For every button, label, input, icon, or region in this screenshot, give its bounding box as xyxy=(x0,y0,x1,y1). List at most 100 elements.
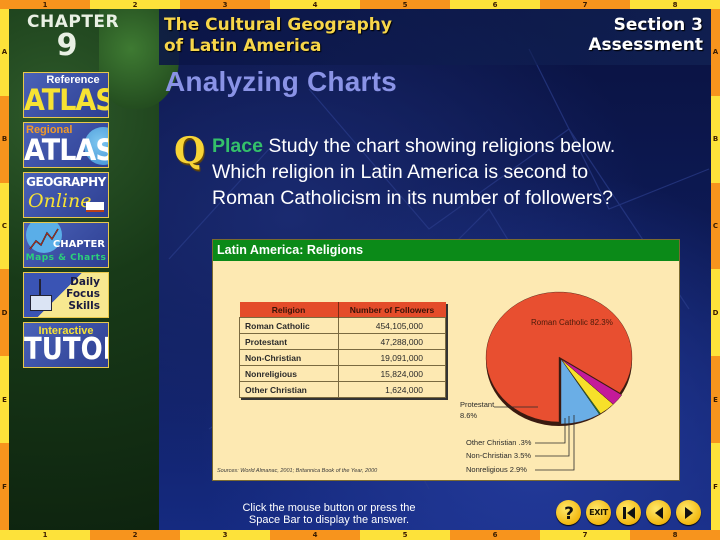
interactive-tutor-button[interactable]: Interactive TUTOR xyxy=(23,322,109,368)
table-header-religion: Religion xyxy=(239,302,339,318)
help-button[interactable]: ? xyxy=(556,500,581,525)
section-label: Section 3 Assessment xyxy=(588,15,703,55)
ruler-col: 8 xyxy=(630,530,720,540)
ruler-row: E xyxy=(711,356,720,444)
open-book-icon xyxy=(86,202,104,212)
instructions-line1: Click the mouse button or press the xyxy=(242,502,416,514)
section-label-line2: Assessment xyxy=(588,35,703,55)
ruler-col: 4 xyxy=(270,0,360,9)
pie-label-protestant: Protestant xyxy=(460,400,495,409)
arrow-left-icon xyxy=(654,506,663,519)
chart-title: Latin America: Religions xyxy=(213,240,679,261)
ruler-row: B xyxy=(0,95,9,183)
question-text: Place Study the chart showing religions … xyxy=(212,133,652,211)
page-title: Analyzing Charts xyxy=(165,66,397,97)
arrow-right-icon xyxy=(684,506,693,519)
section-label-line1: Section 3 xyxy=(613,15,703,35)
chapter-title: The Cultural Geography of Latin America xyxy=(164,15,392,57)
table-cell-followers: 15,824,000 xyxy=(337,365,446,382)
exit-button[interactable]: EXIT xyxy=(586,500,611,525)
ruler-col: 5 xyxy=(360,530,450,540)
first-slide-button[interactable] xyxy=(616,500,641,525)
ruler-col: 2 xyxy=(90,530,180,540)
slide-stage[interactable]: CHAPTER 9 The Cultural Geography of Lati… xyxy=(9,9,711,530)
ruler-col: 2 xyxy=(90,0,180,9)
ruler-row: A xyxy=(711,9,720,96)
pie-label-nonreligious: Nonreligious 2.9% xyxy=(466,465,527,474)
table-row: Other Christian 1,624,000 xyxy=(239,381,446,398)
next-slide-button[interactable] xyxy=(676,500,701,525)
ruler-col: 3 xyxy=(180,530,270,540)
table-cell-religion: Roman Catholic xyxy=(239,317,338,334)
chapter-maps-charts-button[interactable]: CHAPTER Maps & Charts xyxy=(23,222,109,268)
pie-label-non-christian: Non-Christian 3.5% xyxy=(466,451,531,460)
reference-atlas-button[interactable]: Reference ATLAS xyxy=(23,72,109,118)
ruler-row: D xyxy=(0,269,9,357)
table-row: Nonreligious 15,824,000 xyxy=(239,365,446,382)
instructions-line2: Space Bar to display the answer. xyxy=(248,514,410,526)
ruler-col: 1 xyxy=(0,0,90,9)
table-header-followers: Number of Followers xyxy=(338,302,446,318)
religions-pie-chart: Roman Catholic 82.3% Protestant 8.6% Oth… xyxy=(460,291,633,474)
question-q-icon: Q xyxy=(174,130,206,172)
table-cell-followers: 47,288,000 xyxy=(337,333,446,350)
question-keyword: Place xyxy=(212,135,263,157)
table-cell-followers: 19,091,000 xyxy=(337,349,446,366)
geography-online-button[interactable]: GEOGRAPHY Online xyxy=(23,172,109,218)
ruler-row: D xyxy=(711,269,720,357)
chart-source-note: Sources: World Almanac, 2001; Britannica… xyxy=(217,468,378,474)
table-cell-religion: Protestant xyxy=(239,333,338,350)
ruler-col: 1 xyxy=(0,530,90,540)
table-row: Protestant 47,288,000 xyxy=(239,333,446,350)
previous-slide-button[interactable] xyxy=(646,500,671,525)
ruler-row: F xyxy=(711,443,720,530)
interactive-tutor-big-label: TUTOR xyxy=(24,332,108,368)
table-cell-religion: Other Christian xyxy=(239,381,338,398)
ruler-row: E xyxy=(0,356,9,444)
chapter-maps-big-label: Maps & Charts xyxy=(25,253,107,263)
question-body: Study the chart showing religions below.… xyxy=(212,135,616,209)
ruler-col: 7 xyxy=(540,530,630,540)
navigation-buttons: ? EXIT xyxy=(556,500,701,525)
svg-text:?: ? xyxy=(564,504,574,522)
daily-focus-skills-button[interactable]: Daily Focus Skills xyxy=(23,272,109,318)
ruler-row: C xyxy=(711,182,720,270)
ruler-col: 6 xyxy=(450,530,540,540)
skip-back-icon xyxy=(622,506,635,519)
ruler-col: 6 xyxy=(450,0,540,9)
ruler-top: 1 2 3 4 5 6 7 8 xyxy=(0,0,720,9)
sidebar: Reference ATLAS Regional ATLAS GEOGRAPHY… xyxy=(23,72,109,372)
ruler-col: 4 xyxy=(270,530,360,540)
pie-label-protestant-pct: 8.6% xyxy=(460,411,477,420)
regional-atlas-button[interactable]: Regional ATLAS xyxy=(23,122,109,168)
pie-label-roman-catholic: Roman Catholic 82.3% xyxy=(531,318,613,327)
ruler-col: 8 xyxy=(630,0,720,9)
table-row: Non-Christian 19,091,000 xyxy=(239,349,446,366)
table-cell-followers: 1,624,000 xyxy=(337,381,446,398)
ruler-col: 5 xyxy=(360,0,450,9)
table-cell-followers: 454,105,000 xyxy=(337,317,446,334)
ruler-right: A B C D E F xyxy=(711,9,720,530)
chapter-title-line1: The Cultural Geography xyxy=(164,15,392,35)
regional-atlas-big-label: ATLAS xyxy=(24,133,109,168)
chapter-maps-small-label: CHAPTER xyxy=(52,239,105,250)
exit-label: EXIT xyxy=(589,508,608,517)
chapter-title-line2: of Latin America xyxy=(164,36,322,56)
ruler-left: A B C D E F xyxy=(0,9,9,530)
religions-table: Religion Number of Followers Roman Catho… xyxy=(239,302,446,398)
ruler-row: F xyxy=(0,443,9,530)
ruler-row: C xyxy=(0,182,9,270)
pie-label-other-christian: Other Christian .3% xyxy=(466,438,532,447)
table-cell-religion: Non-Christian xyxy=(239,349,338,366)
table-row: Roman Catholic 454,105,000 xyxy=(239,317,446,334)
question-mark-icon: ? xyxy=(564,504,574,522)
header: CHAPTER 9 The Cultural Geography of Lati… xyxy=(9,9,711,67)
instructions-text: Click the mouse button or press the Spac… xyxy=(239,502,419,526)
religions-chart-panel: Latin America: Religions Religion Number… xyxy=(212,239,680,481)
ruler-row: B xyxy=(711,95,720,183)
ruler-bottom: 1 2 3 4 5 6 7 8 xyxy=(0,530,720,540)
chapter-number: 9 xyxy=(56,28,78,63)
daily-focus-skills-label: Daily Focus Skills xyxy=(66,276,100,312)
table-header-row: Religion Number of Followers xyxy=(239,302,446,318)
reference-atlas-big-label: ATLAS xyxy=(24,83,109,118)
